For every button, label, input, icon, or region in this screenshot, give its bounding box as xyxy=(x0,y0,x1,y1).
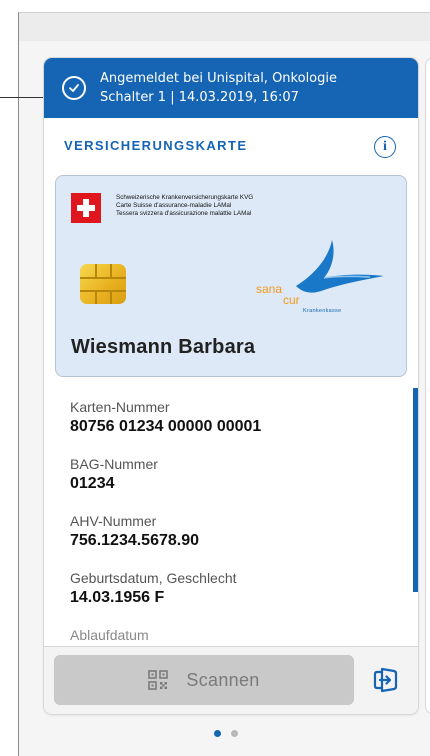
kvg-line-it: Tessera svizzera d'assicurazione malatti… xyxy=(116,210,252,217)
kvg-line-fr: Carte Suisse d'assurance-maladie LAMal xyxy=(116,202,232,209)
scrollbar[interactable] xyxy=(413,388,418,592)
kvg-line-de: Schweizerische Krankenversicherungskarte… xyxy=(116,194,254,201)
scan-button[interactable]: Scannen xyxy=(54,655,354,705)
field-ahv-number: AHV-Nummer 756.1234.5678.90 xyxy=(70,512,261,552)
kvg-title: Schweizerische Krankenversicherungskarte… xyxy=(116,194,253,218)
insurance-card-image: Schweizerische Krankenversicherungskarte… xyxy=(55,175,407,377)
brand-cur: cur xyxy=(283,293,300,307)
logout-icon[interactable] xyxy=(372,666,400,694)
section-title: VERSICHERUNGSKARTE xyxy=(64,138,248,153)
info-icon[interactable]: i xyxy=(374,136,396,158)
field-bag-number: BAG-Nummer 01234 xyxy=(70,455,261,495)
field-expiry-date: Ablaufdatum xyxy=(70,626,261,644)
sanacur-bird-logo xyxy=(296,240,384,293)
field-card-number: Karten-Nummer 80756 01234 00000 00001 xyxy=(70,398,261,438)
action-bar: Scannen xyxy=(44,646,418,714)
field-value: 756.1234.5678.90 xyxy=(70,532,200,549)
field-label: Karten-Nummer xyxy=(70,399,170,415)
insurance-card-panel: Angemeldet bei Unispital, Onkologie Scha… xyxy=(44,58,418,714)
field-value: 80756 01234 00000 00001 xyxy=(70,418,262,435)
page-dot-active[interactable] xyxy=(214,730,221,737)
check-circle-icon xyxy=(62,76,86,100)
page-dot[interactable] xyxy=(231,730,238,737)
card-holder-name: Wiesmann Barbara xyxy=(71,336,256,358)
scan-button-label: Scannen xyxy=(186,669,260,690)
field-label: AHV-Nummer xyxy=(70,513,157,529)
field-value: 01234 xyxy=(70,475,115,492)
login-status-line2: Schalter 1 | 14.03.2019, 16:07 xyxy=(100,90,299,105)
page-indicator xyxy=(214,730,248,737)
brand-subtitle: Krankenkasse xyxy=(303,308,342,314)
brand-sana: sana xyxy=(256,282,283,296)
card-details: Karten-Nummer 80756 01234 00000 00001 BA… xyxy=(70,398,261,661)
field-birthdate-sex: Geburtsdatum, Geschlecht 14.03.1956 F xyxy=(70,569,261,609)
login-status-line1: Angemeldet bei Unispital, Onkologie xyxy=(100,71,337,86)
status-bar xyxy=(19,13,430,41)
next-card-peek[interactable] xyxy=(426,58,430,714)
field-label: Ablaufdatum xyxy=(70,627,149,643)
card-chip-icon xyxy=(80,264,126,304)
field-label: Geburtsdatum, Geschlecht xyxy=(70,570,237,586)
field-label: BAG-Nummer xyxy=(70,456,158,472)
login-status-text: Angemeldet bei Unispital, Onkologie Scha… xyxy=(100,69,337,107)
login-status-banner: Angemeldet bei Unispital, Onkologie Scha… xyxy=(44,58,418,118)
qr-code-icon xyxy=(148,670,169,690)
field-value: 14.03.1956 F xyxy=(70,589,165,606)
callout-line xyxy=(0,97,49,98)
swiss-flag-icon xyxy=(71,193,101,223)
